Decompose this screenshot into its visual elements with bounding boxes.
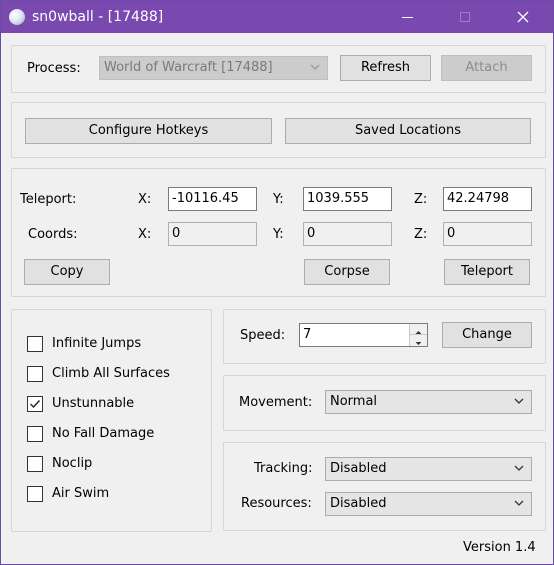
process-label: Process: (27, 61, 81, 76)
teleport-x-label: X: (138, 192, 152, 207)
coords-z-label: Z: (414, 227, 428, 242)
close-button[interactable] (500, 1, 546, 33)
title-bar[interactable]: sn0wball - [17488] (1, 1, 553, 33)
version-label: Version 1.4 (463, 540, 536, 555)
attach-button[interactable]: Attach (441, 55, 532, 81)
teleport-y-input[interactable]: 1039.555 (303, 187, 392, 211)
tracking-select-value: Disabled (330, 461, 387, 476)
chevron-down-icon (310, 64, 320, 70)
copy-button[interactable]: Copy (24, 259, 110, 285)
coords-z-field: 0 (443, 222, 532, 246)
coords-x-label: X: (138, 227, 152, 242)
maximize-button (442, 1, 488, 33)
refresh-button[interactable]: Refresh (340, 55, 431, 81)
chevron-down-icon (514, 398, 524, 404)
movement-select[interactable]: Normal (325, 390, 532, 414)
option-checkbox[interactable] (27, 456, 43, 472)
resources-label: Resources: (241, 496, 312, 511)
coords-label: Coords: (28, 227, 78, 242)
option-label: Unstunnable (52, 396, 135, 411)
option-label: Air Swim (52, 486, 110, 501)
movement-select-value: Normal (330, 394, 378, 409)
teleport-label: Teleport: (20, 192, 77, 207)
teleport-z-label: Z: (414, 192, 428, 207)
chevron-down-icon (514, 500, 524, 506)
movement-label: Movement: (239, 395, 313, 410)
tracking-select[interactable]: Disabled (325, 457, 532, 481)
speed-down-button[interactable] (410, 335, 427, 346)
tracking-label: Tracking: (254, 461, 313, 476)
speed-label: Speed: (240, 328, 286, 343)
process-select-value: World of Warcraft [17488] (104, 60, 273, 75)
resources-select[interactable]: Disabled (325, 492, 532, 516)
speed-value: 7 (303, 327, 312, 342)
option-label: Infinite Jumps (52, 336, 142, 351)
minimize-icon (402, 17, 413, 18)
maximize-icon (460, 12, 470, 22)
option-checkbox[interactable] (27, 366, 43, 382)
caret-down-icon (415, 342, 422, 345)
option-label: Climb All Surfaces (52, 366, 170, 381)
option-label: Noclip (52, 456, 93, 471)
teleport-x-input[interactable]: -10116.45 (168, 187, 257, 211)
coords-y-field: 0 (303, 222, 392, 246)
option-label: No Fall Damage (52, 426, 155, 441)
snowball-app-icon (9, 9, 25, 25)
teleport-y-label: Y: (273, 192, 284, 207)
speed-spin-buttons[interactable] (409, 324, 427, 346)
configure-hotkeys-button[interactable]: Configure Hotkeys (25, 118, 272, 144)
option-checkbox[interactable] (27, 486, 43, 502)
window-title: sn0wball - [17488] (32, 9, 164, 25)
change-speed-button[interactable]: Change (442, 322, 532, 348)
app-window: sn0wball - [17488] Process: World of War… (0, 0, 554, 565)
option-checkbox[interactable] (27, 426, 43, 442)
option-checkbox[interactable] (27, 336, 43, 352)
process-select[interactable]: World of Warcraft [17488] (99, 56, 328, 80)
close-icon (517, 11, 529, 23)
speed-up-button[interactable] (410, 324, 427, 335)
tracking-group (223, 442, 546, 531)
saved-locations-button[interactable]: Saved Locations (285, 118, 531, 144)
option-checkbox[interactable] (27, 396, 43, 412)
coords-x-field: 0 (168, 222, 257, 246)
teleport-z-input[interactable]: 42.24798 (443, 187, 532, 211)
checkmark-icon (30, 400, 41, 409)
resources-select-value: Disabled (330, 496, 387, 511)
minimize-button[interactable] (385, 1, 431, 33)
speed-stepper[interactable]: 7 (299, 323, 428, 347)
chevron-down-icon (514, 465, 524, 471)
coords-y-label: Y: (273, 227, 284, 242)
teleport-button[interactable]: Teleport (444, 259, 530, 285)
corpse-button[interactable]: Corpse (304, 259, 390, 285)
